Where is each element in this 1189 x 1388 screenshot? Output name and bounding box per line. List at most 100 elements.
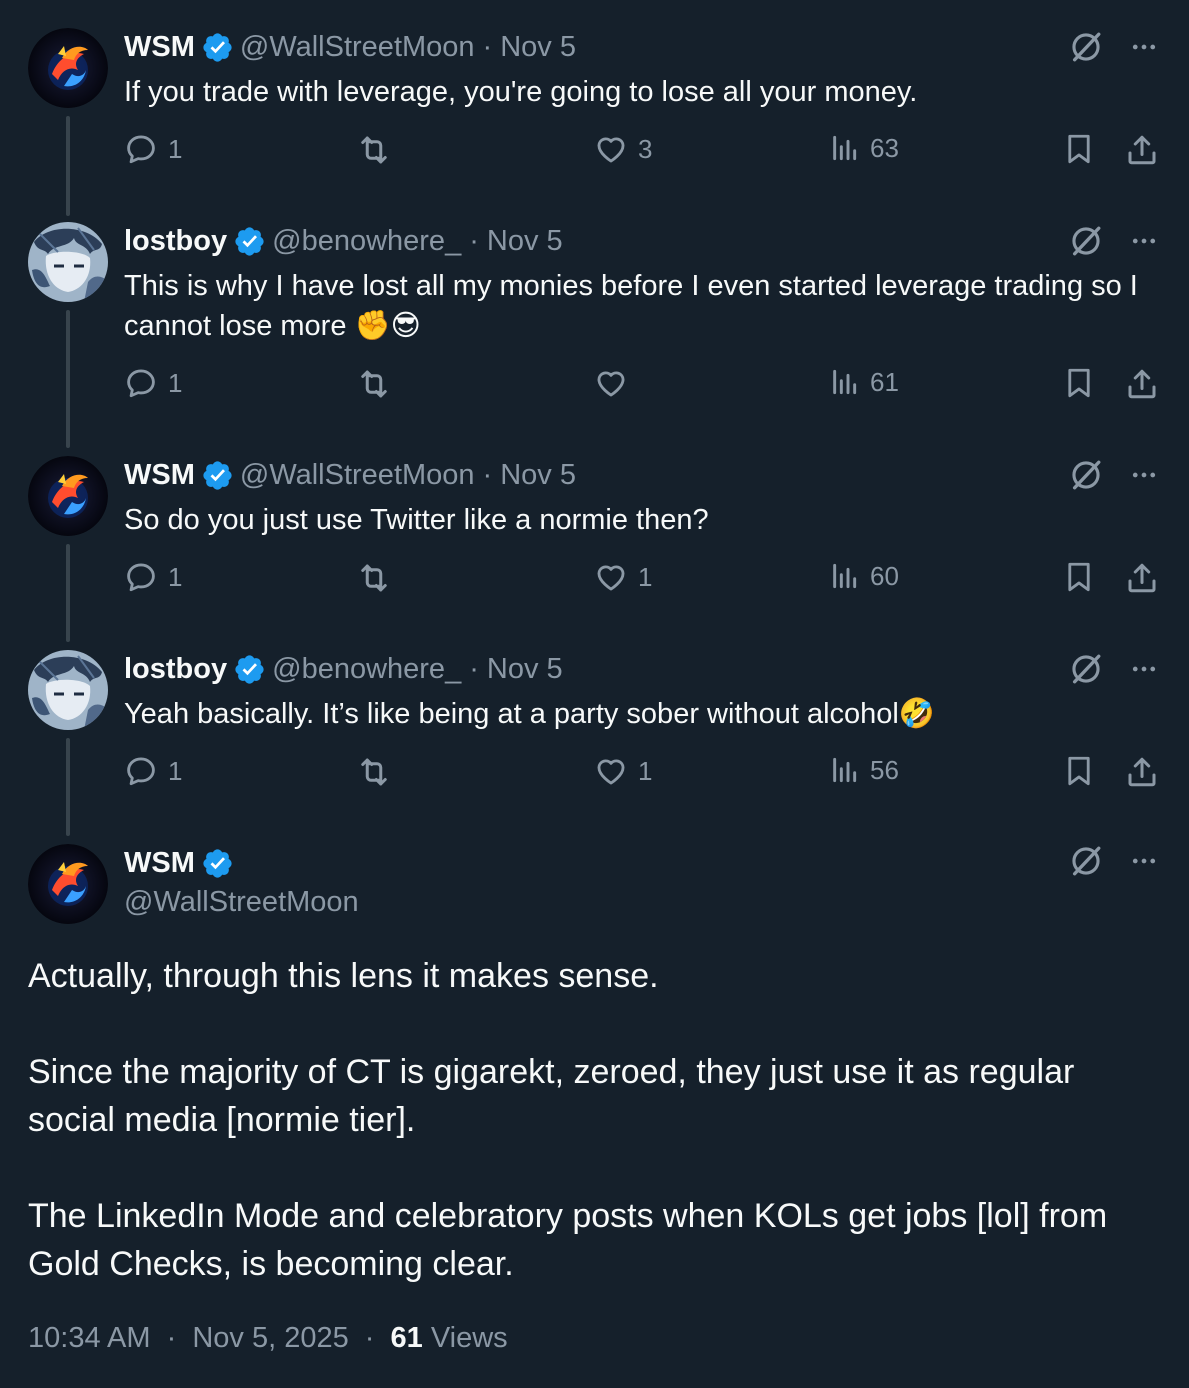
more-options-icon[interactable]	[1129, 654, 1159, 684]
tweet-meta: 10:34 AM · Nov 5, 2025 · 61 Views	[28, 1322, 508, 1355]
tweet-date[interactable]: Nov 5	[487, 650, 563, 688]
like-button[interactable]	[594, 366, 638, 400]
author-name[interactable]: WSM	[124, 844, 195, 882]
grok-icon[interactable]	[1069, 224, 1103, 258]
verified-badge-icon	[233, 225, 266, 258]
bookmark-button[interactable]	[1062, 754, 1096, 788]
reply-button[interactable]: 1	[124, 560, 182, 594]
analytics-icon	[828, 366, 860, 398]
anime-avatar[interactable]	[28, 222, 108, 302]
tweet-date[interactable]: Nov 5	[487, 222, 563, 260]
like-button[interactable]: 3	[594, 132, 652, 166]
bookmark-button[interactable]	[1062, 366, 1096, 400]
phoenix-avatar[interactable]	[28, 456, 108, 536]
author-handle[interactable]: @WallStreetMoon	[240, 456, 475, 494]
tweet-top-actions	[1069, 458, 1159, 492]
phoenix-avatar[interactable]	[28, 28, 108, 108]
analytics-icon	[828, 560, 860, 592]
reply-icon	[124, 560, 158, 594]
heart-icon	[594, 754, 628, 788]
tweet-text: Yeah basically. It’s like being at a par…	[124, 698, 935, 730]
tweet-header: lostboy @benowhere_ · Nov 5	[124, 650, 563, 688]
tweet-time[interactable]: 10:34 AM	[28, 1322, 151, 1354]
tweet-actions: 1 3 63	[124, 132, 1160, 182]
grok-icon[interactable]	[1069, 458, 1103, 492]
share-button[interactable]	[1124, 366, 1160, 402]
heart-icon	[594, 560, 628, 594]
share-button[interactable]	[1124, 754, 1160, 790]
views-button[interactable]: 61	[828, 366, 899, 398]
reply-button[interactable]: 1	[124, 132, 182, 166]
share-button[interactable]	[1124, 560, 1160, 596]
verified-badge-icon	[201, 459, 234, 492]
like-button[interactable]: 1	[594, 560, 652, 594]
bookmark-icon	[1062, 560, 1096, 594]
author-handle[interactable]: @benowhere_	[272, 222, 461, 260]
bookmark-icon	[1062, 366, 1096, 400]
views-button[interactable]: 56	[828, 754, 899, 786]
like-button[interactable]: 1	[594, 754, 652, 788]
tweet-header: WSM @WallStreetMoon · Nov 5	[124, 456, 576, 494]
tweet-date[interactable]: Nov 5	[500, 456, 576, 494]
thread-line	[66, 738, 70, 836]
views-button[interactable]: 60	[828, 560, 899, 592]
reply-button[interactable]: 1	[124, 366, 182, 400]
thread-line	[66, 116, 70, 216]
tweet-date[interactable]: Nov 5	[500, 28, 576, 66]
share-icon	[1124, 366, 1160, 402]
retweet-button[interactable]	[356, 366, 402, 402]
grok-icon[interactable]	[1069, 844, 1103, 878]
share-button[interactable]	[1124, 132, 1160, 168]
heart-icon	[594, 132, 628, 166]
views-count: 63	[870, 132, 899, 163]
bookmark-button[interactable]	[1062, 560, 1096, 594]
views-count[interactable]: 61	[391, 1322, 423, 1354]
tweet-paragraph: Actually, through this lens it makes sen…	[28, 957, 659, 995]
author-handle[interactable]: @WallStreetMoon	[124, 886, 359, 919]
analytics-icon	[828, 754, 860, 786]
anime-avatar[interactable]	[28, 650, 108, 730]
tweet-top-actions	[1069, 224, 1159, 258]
grok-icon[interactable]	[1069, 652, 1103, 686]
tweet-date[interactable]: Nov 5, 2025	[192, 1322, 348, 1354]
separator: ·	[469, 225, 479, 257]
views-count: 60	[870, 560, 899, 591]
more-options-icon[interactable]	[1129, 846, 1159, 876]
separator: ·	[482, 459, 493, 491]
bookmark-icon	[1062, 132, 1096, 166]
tweet-header: lostboy @benowhere_ · Nov 5	[124, 222, 563, 260]
more-options-icon[interactable]	[1129, 460, 1159, 490]
tweet-actions: 1 1 56	[124, 754, 1160, 804]
reply-count: 1	[168, 561, 183, 592]
retweet-button[interactable]	[356, 132, 402, 168]
retweet-icon	[356, 132, 392, 168]
phoenix-avatar[interactable]	[28, 844, 108, 924]
more-options-icon[interactable]	[1129, 32, 1159, 62]
more-options-icon[interactable]	[1129, 226, 1159, 256]
verified-badge-icon	[201, 847, 234, 880]
share-icon	[1124, 754, 1160, 790]
tweet-text: So do you just use Twitter like a normie…	[124, 504, 709, 536]
bookmark-button[interactable]	[1062, 132, 1096, 166]
retweet-button[interactable]	[356, 560, 402, 596]
author-name[interactable]: WSM	[124, 28, 195, 66]
author-name[interactable]: lostboy	[124, 222, 227, 260]
like-count: 1	[638, 755, 653, 786]
thread-line	[66, 544, 70, 642]
tweet-top-actions	[1069, 652, 1159, 686]
views-label[interactable]: Views	[431, 1322, 508, 1354]
retweet-button[interactable]	[356, 754, 402, 790]
reply-icon	[124, 132, 158, 166]
views-button[interactable]: 63	[828, 132, 899, 164]
tweet-paragraph: Since the majority of CT is gigarekt, ze…	[28, 1053, 1075, 1139]
author-handle[interactable]: @benowhere_	[272, 650, 461, 688]
grok-icon[interactable]	[1069, 30, 1103, 64]
share-icon	[1124, 560, 1160, 596]
tweet-actions: 1 61	[124, 366, 1160, 416]
author-name[interactable]: WSM	[124, 456, 195, 494]
main-tweet: WSM @WallStreetMoon Actually, through th…	[0, 836, 1189, 1306]
reply-button[interactable]: 1	[124, 754, 182, 788]
retweet-icon	[356, 560, 392, 596]
author-name[interactable]: lostboy	[124, 650, 227, 688]
author-handle[interactable]: @WallStreetMoon	[240, 28, 475, 66]
